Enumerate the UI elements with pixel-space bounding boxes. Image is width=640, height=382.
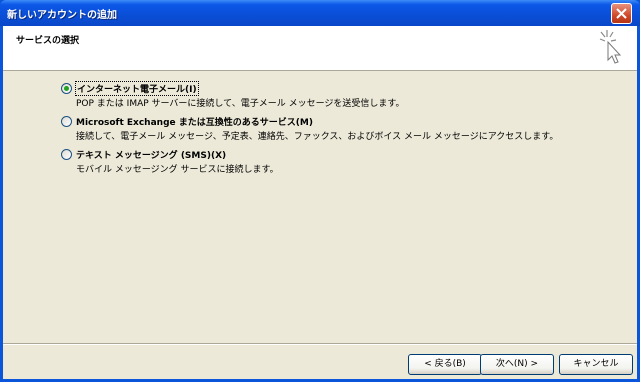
option-description: モバイル メッセージング サービスに接続します。 xyxy=(76,165,279,175)
option-label[interactable]: Microsoft Exchange または互換性のあるサービス(M) xyxy=(76,115,313,128)
footer-divider xyxy=(3,343,637,345)
dialog-window: 新しいアカウントの追加 サービスの選択 インターネット電子メール(I) POP … xyxy=(0,0,640,382)
option-label[interactable]: テキスト メッセージング (SMS)(X) xyxy=(76,148,226,161)
close-icon xyxy=(616,8,627,19)
option-label[interactable]: インターネット電子メール(I) xyxy=(75,81,199,96)
radio-exchange[interactable] xyxy=(61,116,72,127)
radio-internet-email[interactable] xyxy=(61,83,72,94)
wizard-icon xyxy=(599,30,622,64)
page-title: サービスの選択 xyxy=(16,36,80,46)
option-description: 接続して、電子メール メッセージ、予定表、連絡先、ファックス、およびボイス メー… xyxy=(76,132,559,142)
title-bar[interactable]: 新しいアカウントの追加 xyxy=(0,0,640,26)
window-title: 新しいアカウントの追加 xyxy=(7,10,117,21)
option-description: POP または IMAP サーバーに接続して、電子メール メッセージを送受信しま… xyxy=(76,99,405,109)
dialog-body: サービスの選択 インターネット電子メール(I) POP または IMAP サーバ… xyxy=(3,26,637,379)
back-button[interactable]: < 戻る(B) xyxy=(408,354,482,375)
next-button[interactable]: 次へ(N) > xyxy=(480,354,554,375)
radio-sms[interactable] xyxy=(61,149,72,160)
wizard-header: サービスの選択 xyxy=(3,26,637,71)
cancel-button[interactable]: キャンセル xyxy=(559,354,633,375)
close-button[interactable] xyxy=(611,3,632,24)
